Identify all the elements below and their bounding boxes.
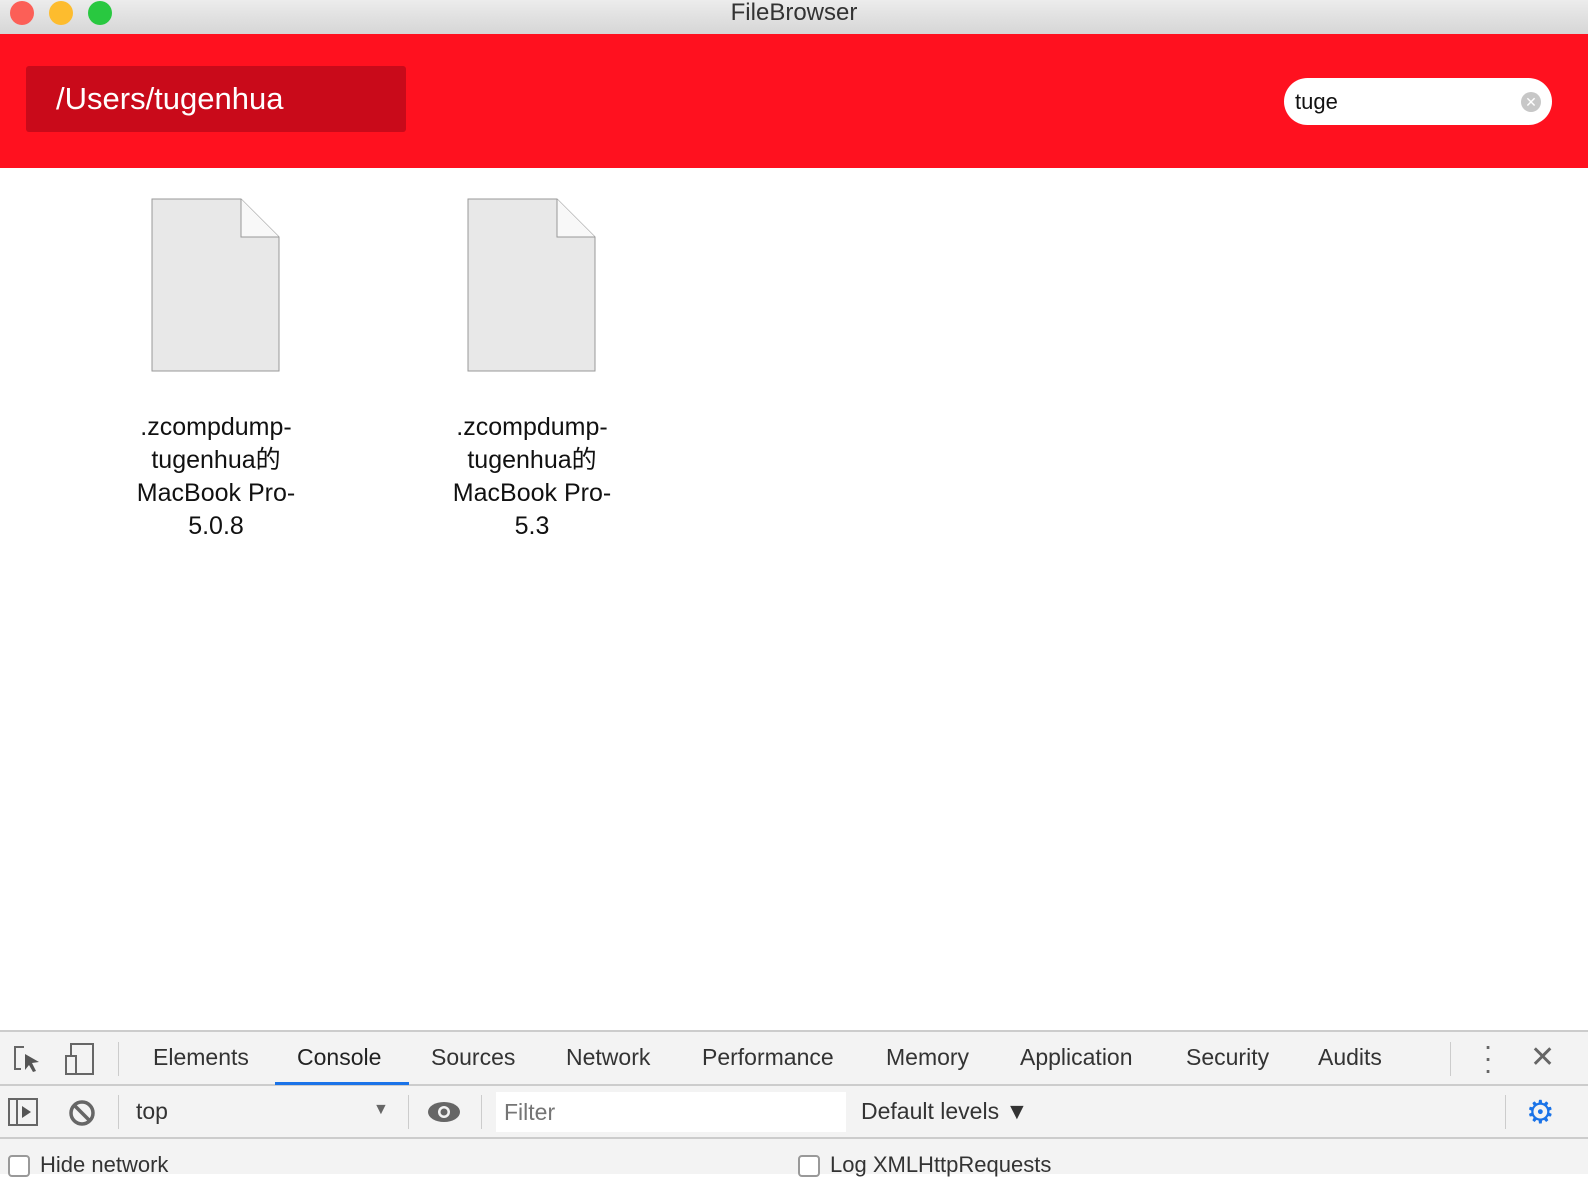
log-xhr-option[interactable]: Log XMLHttpRequests [798,1152,1051,1178]
tab-elements[interactable]: Elements [153,1044,249,1071]
search-input[interactable] [1284,78,1552,125]
document-icon [151,198,280,372]
document-icon [467,198,596,372]
tab-sources[interactable]: Sources [431,1044,515,1071]
clear-console-icon[interactable] [67,1098,97,1128]
window-title: FileBrowser [730,0,858,26]
tab-application[interactable]: Application [1020,1044,1133,1071]
settings-gear-icon[interactable]: ⚙ [1526,1093,1555,1131]
inspect-element-icon[interactable] [12,1044,42,1074]
device-toolbar-icon[interactable] [63,1042,97,1076]
zoom-window-button[interactable] [88,1,112,25]
show-sidebar-icon[interactable] [8,1097,40,1127]
log-levels-dropdown[interactable]: Default levels ▼ [861,1098,1028,1125]
active-tab-indicator [275,1082,409,1085]
tab-audits[interactable]: Audits [1318,1044,1382,1071]
context-selector[interactable]: top [136,1098,168,1125]
console-toolbar: top ▼ Default levels ▼ ⚙ [0,1087,1588,1139]
live-expression-eye-icon[interactable] [427,1100,461,1124]
tab-security[interactable]: Security [1186,1044,1269,1071]
tab-console[interactable]: Console [297,1044,381,1071]
file-item[interactable]: .zcompdump- tugenhua的 MacBook Pro- 5.0.8 [116,198,316,543]
hide-network-option[interactable]: Hide network [8,1152,168,1178]
devtools-panel: Elements Console Sources Network Perform… [0,1030,1588,1178]
devtools-tabs: Elements Console Sources Network Perform… [0,1032,1588,1086]
current-path[interactable]: /Users/tugenhua [26,66,406,132]
title-bar: FileBrowser [0,0,1588,34]
chevron-down-icon[interactable]: ▼ [373,1101,389,1119]
tab-network[interactable]: Network [566,1044,650,1071]
close-devtools-icon[interactable]: ✕ [1530,1040,1555,1075]
file-name: .zcompdump- tugenhua的 MacBook Pro- 5.3 [452,413,612,540]
filter-input[interactable] [496,1092,846,1132]
header-bar: /Users/tugenhua ✕ [0,34,1588,168]
file-item[interactable]: .zcompdump- tugenhua的 MacBook Pro- 5.3 [432,198,632,543]
close-window-button[interactable] [10,1,34,25]
file-name: .zcompdump- tugenhua的 MacBook Pro- 5.0.8 [136,413,296,540]
tab-performance[interactable]: Performance [702,1044,834,1071]
minimize-window-button[interactable] [49,1,73,25]
more-options-icon[interactable]: · · · [1480,1032,1496,1084]
tab-memory[interactable]: Memory [886,1044,969,1071]
clear-search-icon[interactable]: ✕ [1521,92,1541,112]
